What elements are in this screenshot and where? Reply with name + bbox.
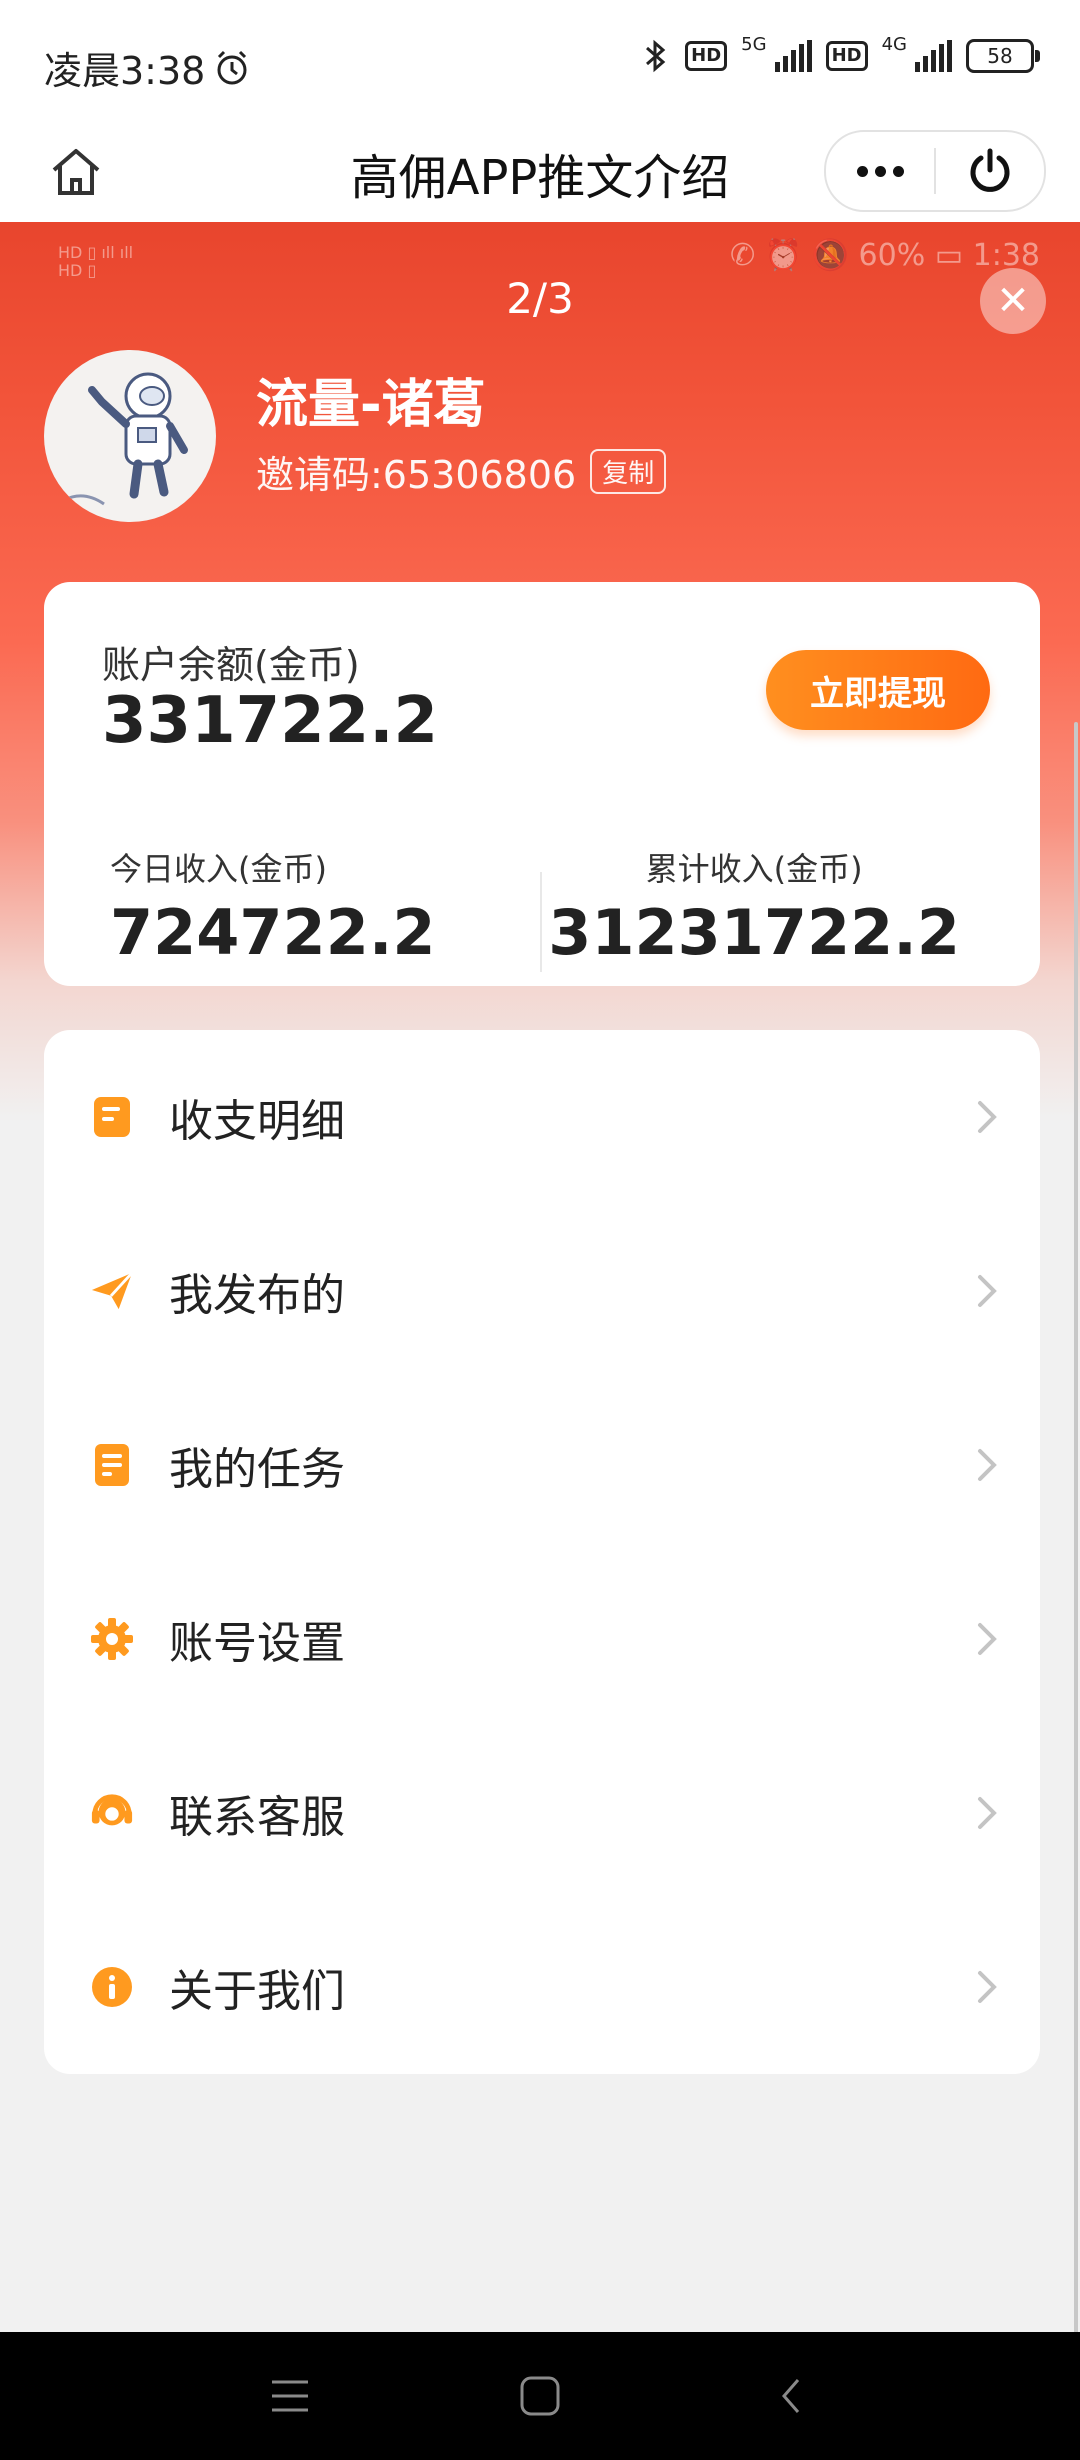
stats-divider [540,872,542,972]
today-income-value: 724722.2 [110,896,436,969]
image-viewer[interactable]: HD ▯ ıll ıll HD ▯ ✆ ⏰ 🔕 60% ▭ 1:38 2/3 ✕ … [0,222,1080,2332]
menu-item-about-us[interactable]: 关于我们 [44,1900,1040,2074]
menu-label-customer-service: 联系客服 [169,1792,345,1843]
more-dots-icon [856,165,904,177]
invite-code: 邀请码:65306806 [256,453,577,497]
menu-label-my-tasks: 我的任务 [169,1444,345,1495]
invite-code-row: 邀请码:65306806 复制 [256,444,667,499]
more-button[interactable] [826,132,934,210]
headset-icon [90,1791,134,1835]
menu-label-account-settings: 账号设置 [169,1618,345,1669]
chevron-right-icon [978,1971,997,2003]
chevron-right-icon [978,1101,997,1133]
chevron-right-icon [978,1623,997,1655]
nav-bar: 高佣APP推文介绍 [0,130,1080,222]
chevron-right-icon [978,1449,997,1481]
chevron-right-icon [978,1275,997,1307]
embedded-status-right: ✆ ⏰ 🔕 60% ▭ 1:38 [730,238,1040,273]
copy-invite-button[interactable]: 复制 [590,449,667,494]
total-income-value: 31231722.2 [548,896,960,969]
mini-program-capsule [824,130,1046,212]
menu-item-customer-service[interactable]: 联系客服 [44,1726,1040,1900]
menu-label-my-posts: 我发布的 [169,1270,345,1321]
alarm-icon [217,50,247,84]
bluetooth-icon [646,39,666,73]
paper-plane-icon [90,1269,134,1313]
astronaut-avatar-icon [63,372,188,506]
today-income: 今日收入(金币) 724722.2 [110,844,436,969]
network-4g-label: 4G [881,33,907,55]
hd-badge-1: HD [685,41,728,71]
menu-list: 收支明细 我发布的 我的任务 账号设置 联系客服 关于我们 [44,1030,1040,2074]
clock-text: 凌晨3:38 [44,49,206,93]
task-list-icon [90,1443,134,1487]
image-counter: 2/3 [506,274,574,323]
status-time: 凌晨3:38 [44,40,251,95]
balance-card: 账户余额(金币) 331722.2 立即提现 今日收入(金币) 724722.2… [44,582,1040,986]
status-icons: HD 5G HD 4G 58 [641,34,1040,74]
battery-icon: 58 [966,39,1040,73]
hd-badge-2: HD [825,41,868,71]
total-income: 累计收入(金币) 31231722.2 [548,844,960,969]
scrollbar[interactable] [1074,722,1078,2332]
chevron-right-icon [978,1797,997,1829]
close-mini-program-button[interactable] [936,132,1044,210]
username: 流量-诸葛 [256,375,486,435]
power-icon [970,148,1010,192]
balance-label: 账户余额(金币) [102,643,360,687]
home-square-icon[interactable] [518,2374,562,2418]
menu-item-my-tasks[interactable]: 我的任务 [44,1378,1040,1552]
embedded-battery: 60% [858,238,926,273]
menu-label-about-us: 关于我们 [169,1966,345,2017]
menu-item-account-settings[interactable]: 账号设置 [44,1552,1040,1726]
balance-value: 331722.2 [102,684,439,758]
back-icon[interactable] [776,2374,806,2418]
avatar[interactable] [44,350,216,522]
menu-icon[interactable] [268,2376,312,2416]
status-bar: 凌晨3:38 HD 5G HD 4G 58 [0,0,1080,130]
close-icon: ✕ [996,278,1030,324]
total-income-label: 累计收入(金币) [645,850,863,888]
menu-label-transactions: 收支明细 [169,1096,345,1147]
today-income-label: 今日收入(金币) [110,850,327,888]
close-viewer-button[interactable]: ✕ [980,268,1046,334]
system-nav-bar [0,2332,1080,2460]
menu-item-my-posts[interactable]: 我发布的 [44,1204,1040,1378]
gear-icon [90,1617,134,1661]
embedded-status-bar: HD ▯ ıll ıll HD ▯ ✆ ⏰ 🔕 60% ▭ 1:38 [58,238,1040,280]
menu-item-transactions[interactable]: 收支明细 [44,1030,1040,1204]
signal-icon-2 [915,40,952,72]
signal-icon-1 [774,40,812,72]
info-icon [90,1965,134,2009]
network-5g-label: 5G [741,33,767,55]
withdraw-button[interactable]: 立即提现 [766,650,990,730]
document-icon [90,1095,134,1139]
